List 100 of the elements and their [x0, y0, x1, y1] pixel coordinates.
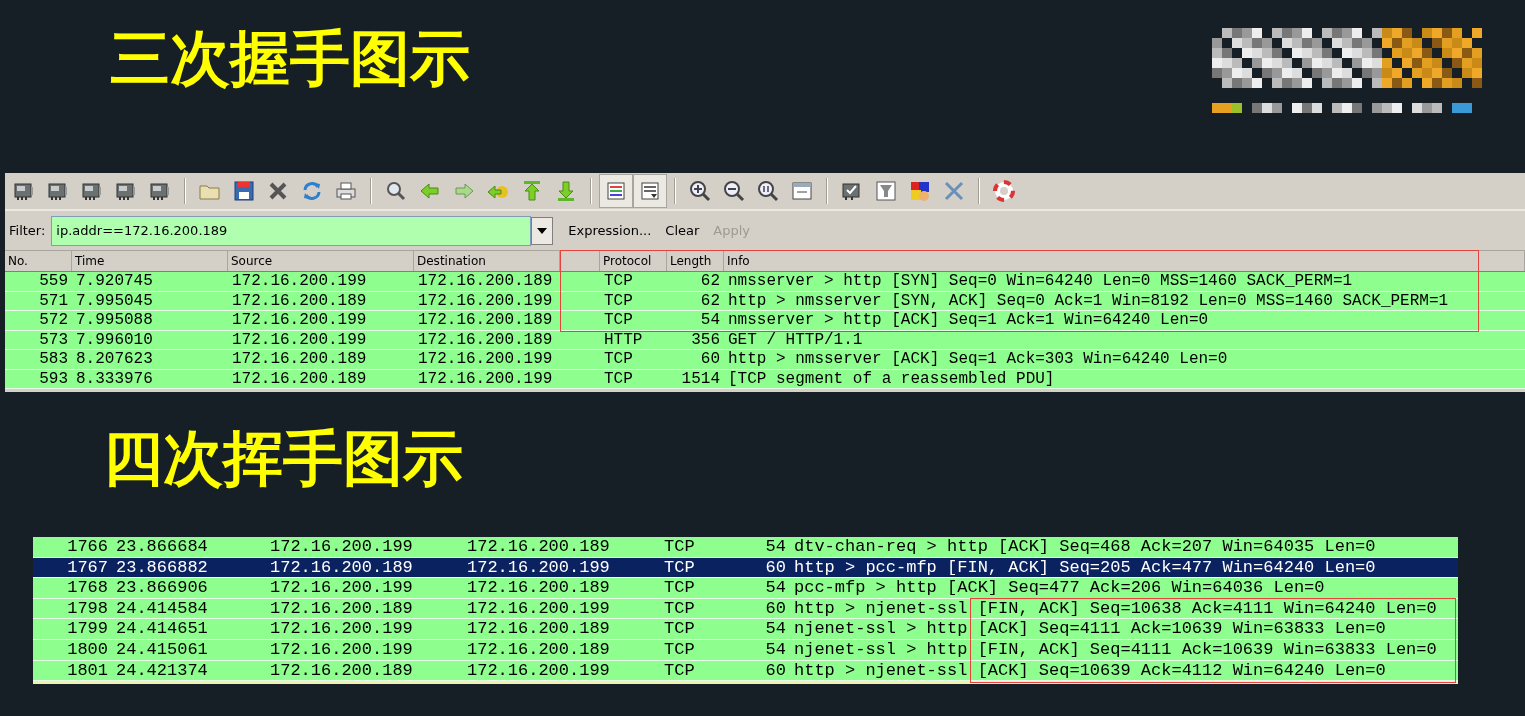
table-cell-text: 62 [699, 291, 721, 310]
table-cell-text: TCP [603, 311, 634, 330]
caret-icon [537, 227, 548, 234]
funnel-icon [874, 179, 898, 203]
column-header[interactable]: Time [72, 251, 228, 271]
zoom-out-icon [722, 179, 746, 203]
table-cell-text: 24.414584 [115, 598, 209, 619]
packet-row[interactable]: 571 7.995045 172.16.200.189 172.16.200.199 TCP 62 http > nmsserver [SYN, ACK] Seq=0 Ack=1 Win=8192 Len=0 MSS=1460 SACK_PERM=1 [5, 291, 1525, 311]
packet-row[interactable]: 1799 24.414651 172.16.200.199 172.16.200.189 TCP 54 njenet-ssl > http [ACK] Seq=4111 Ack=10639 Win=63833 Len=0 [33, 619, 1458, 640]
table-cell-text: 24.414651 [115, 619, 209, 639]
table-cell-text: njenet-ssl > http [FIN, ACK] Seq=4111 Ack=10639 Win=63833 Len=0 [793, 639, 1438, 660]
table-cell-text: 172.16.200.189 [417, 272, 554, 291]
table-cell-text: TCP [663, 598, 696, 619]
filter-label: Filter: [8, 221, 47, 240]
table-cell-text: 172.16.200.189 [466, 639, 611, 660]
packet-row[interactable]: 1800 24.415061 172.16.200.199 172.16.200.189 TCP 54 njenet-ssl > http [FIN, ACK] Seq=4111 Ack=10639 Win=63833 Len=0 [33, 639, 1458, 661]
packet-row[interactable]: 1766 23.866684 172.16.200.199 172.16.200.189 TCP 54 dtv-chan-req > http [ACK] Seq=468 Ack=207 Win=64035 Len=0 [33, 537, 1458, 558]
slide-title: 四次挥手图示 [103, 428, 463, 488]
table-cell-text: 24.415061 [115, 639, 209, 660]
table-cell-text: [TCP segment of a reassembled PDU] [727, 369, 1056, 388]
table-cell-text: 1801 [66, 660, 109, 681]
zoom-in-icon [688, 179, 712, 203]
table-cell-text: TCP [663, 639, 696, 660]
table-cell-text: 172.16.200.189 [466, 537, 611, 557]
table-cell-text: 172.16.200.189 [231, 350, 368, 369]
table-cell-text: http > nmsserver [ACK] Seq=1 Ack=303 Win=64240 Len=0 [727, 350, 1229, 369]
column-header[interactable]: No. [5, 251, 72, 271]
table-cell-text: TCP [603, 291, 634, 310]
table-cell-text: 172.16.200.189 [269, 557, 414, 578]
table-cell-text: 7.996010 [75, 330, 154, 349]
table-cell-text: 172.16.200.189 [417, 330, 554, 349]
filter-action-button[interactable]: Expression... [561, 220, 659, 241]
table-cell-text: 1799 [66, 619, 109, 639]
table-cell-text: 23.866882 [115, 557, 209, 578]
table-cell-text: 60 [699, 350, 721, 369]
packet-row[interactable]: 583 8.207623 172.16.200.189 172.16.200.199 TCP 60 http > nmsserver [ACK] Seq=1 Ack=303 Win=64240 Len=0 [5, 350, 1525, 370]
table-cell-text: 54 [699, 311, 721, 330]
packet-row[interactable]: 1767 23.866882 172.16.200.189 172.16.200.199 TCP 60 http > pcc-mfp [FIN, ACK] Seq=205 Ack=477 Win=64240 Len=0 [33, 557, 1458, 579]
toolbar-button[interactable] [633, 174, 667, 208]
packet-row[interactable]: 572 7.995088 172.16.200.199 172.16.200.189 TCP 54 nmsserver > http [ACK] Seq=1 Ack=1 Win=64240 Len=0 [5, 311, 1525, 331]
table-cell-text: 172.16.200.199 [231, 330, 368, 349]
table-cell-text: 60 [764, 557, 787, 578]
table-cell-text: TCP [603, 350, 634, 369]
table-cell-text: HTTP [603, 330, 644, 349]
table-cell-text: 172.16.200.189 [231, 369, 368, 388]
table-cell-text: 54 [764, 578, 787, 598]
table-cell-text: 172.16.200.199 [269, 578, 414, 598]
table-cell-text: http > pcc-mfp [FIN, ACK] Seq=205 Ack=477 Win=64240 Len=0 [793, 557, 1377, 578]
table-cell-text: 571 [38, 291, 69, 310]
table-cell-text: 172.16.200.189 [417, 311, 554, 330]
table-cell-text: 172.16.200.199 [466, 660, 611, 681]
table-cell-text: 172.16.200.189 [466, 578, 611, 598]
table-cell-text: 23.866906 [115, 578, 209, 598]
printer-icon [334, 179, 358, 203]
window-icon [790, 179, 814, 203]
search-icon [384, 179, 408, 203]
table-cell-text: TCP [663, 660, 696, 681]
lifebuoy-icon [992, 179, 1016, 203]
color-squares-icon [908, 179, 932, 203]
column-header[interactable]: Protocol [600, 251, 667, 271]
table-cell-text: 8.333976 [75, 369, 154, 388]
table-cell-text: 172.16.200.199 [417, 369, 554, 388]
table-cell-text: 583 [38, 350, 69, 369]
table-cell-text: 60 [764, 660, 787, 681]
table-cell-text: 54 [764, 619, 787, 639]
table-cell-text: 23.866684 [115, 537, 209, 557]
table-cell-text: 593 [38, 369, 69, 388]
table-cell-text: 7.995045 [75, 291, 154, 310]
table-cell-text: 1798 [66, 598, 109, 619]
list-scroll-icon [638, 179, 662, 203]
column-header[interactable]: Source [228, 251, 414, 271]
toolbar-button[interactable] [599, 174, 633, 208]
packet-row[interactable]: 1801 24.421374 172.16.200.189 172.16.200.199 TCP 60 http > njenet-ssl [ACK] Seq=10639 Ack=4112 Win=64240 Len=0 [33, 660, 1458, 682]
filter-field[interactable]: ip.addr==172.16.200.189 [51, 215, 532, 246]
column-header[interactable]: Length [667, 251, 724, 271]
table-cell-text: 7.995088 [75, 311, 154, 330]
table-cell-text: 172.16.200.199 [231, 311, 368, 330]
table-cell-text: 572 [38, 311, 69, 330]
table-cell-text: TCP [603, 272, 634, 291]
magnifier-icon [756, 179, 780, 203]
table-cell-text: 172.16.200.199 [269, 619, 414, 639]
column-header[interactable]: Destination [414, 251, 560, 271]
striped-list-icon [604, 179, 628, 203]
packet-row[interactable]: 1798 24.414584 172.16.200.189 172.16.200.199 TCP 60 http > njenet-ssl [FIN, ACK] Seq=10638 Ack=4111 Win=64240 Len=0 [33, 598, 1458, 620]
table-cell-text: njenet-ssl > http [ACK] Seq=4111 Ack=10639 Win=63833 Len=0 [793, 619, 1387, 639]
table-cell-text: http > njenet-ssl [FIN, ACK] Seq=10638 Ack=4111 Win=64240 Len=0 [793, 598, 1438, 619]
packet-row[interactable]: 559 7.920745 172.16.200.199 172.16.200.189 TCP 62 nmsserver > http [SYN] Seq=0 Win=64240 Len=0 MSS=1460 SACK_PERM=1 [5, 272, 1525, 292]
table-cell-text: 172.16.200.189 [466, 619, 611, 639]
slide-title: 三次握手图示 [110, 28, 470, 88]
packet-row[interactable]: 1768 23.866906 172.16.200.199 172.16.200.189 TCP 54 pcc-mfp > http [ACK] Seq=477 Ack=206 Win=64036 Len=0 [33, 578, 1458, 599]
table-cell-text: 1766 [66, 537, 109, 557]
table-cell-text: 1800 [66, 639, 109, 660]
table-cell-text: 54 [764, 537, 787, 557]
dropdown-button[interactable] [531, 216, 554, 245]
table-cell-text: 172.16.200.189 [231, 291, 368, 310]
packet-row[interactable]: 573 7.996010 172.16.200.199 172.16.200.189 HTTP 356 GET / HTTP/1.1 [5, 330, 1525, 350]
filter-action-button[interactable]: Clear [658, 220, 707, 241]
packet-row[interactable]: 593 8.333976 172.16.200.189 172.16.200.199 TCP 1514 [TCP segment of a reassembled PDU] [5, 369, 1525, 389]
column-header[interactable]: Info [724, 251, 1525, 271]
table-cell-text: 60 [764, 598, 787, 619]
